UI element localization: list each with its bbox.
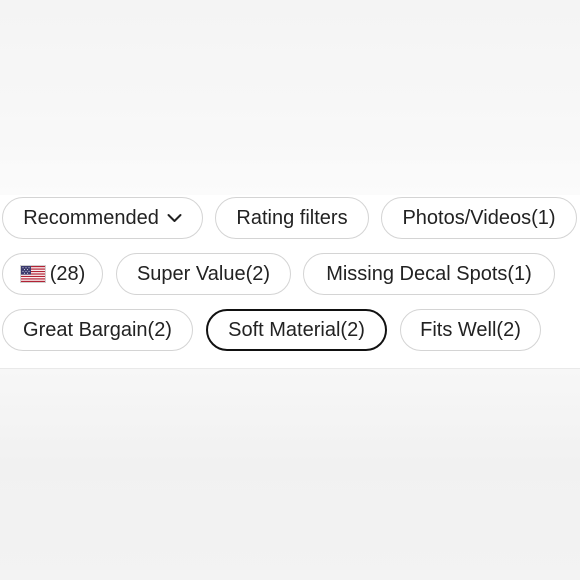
- country-count-label: (28): [49, 262, 86, 285]
- tag-chip-super-value[interactable]: Super Value(2): [116, 253, 291, 295]
- tag-label: Fits Well(2): [420, 318, 521, 341]
- photos-videos-label: Photos/Videos(1): [402, 206, 556, 229]
- photos-videos-filter[interactable]: Photos/Videos(1): [381, 197, 577, 239]
- chevron-down-icon: [167, 213, 182, 223]
- rating-filters-button[interactable]: Rating filters: [215, 197, 369, 239]
- tag-chip-great-bargain[interactable]: Great Bargain(2): [2, 309, 193, 351]
- tag-chip-fits-well[interactable]: Fits Well(2): [400, 309, 541, 351]
- rating-filters-label: Rating filters: [236, 206, 348, 229]
- country-filter-chip[interactable]: (28): [2, 253, 103, 295]
- tag-label: Soft Material(2): [228, 318, 365, 341]
- blurred-background-top: [0, 0, 580, 195]
- sort-label: Recommended: [23, 206, 159, 229]
- tag-label: Super Value(2): [136, 262, 271, 285]
- us-flag-icon: [19, 265, 46, 283]
- tag-label: Great Bargain(2): [23, 318, 172, 341]
- tag-chip-soft-material[interactable]: Soft Material(2): [206, 309, 387, 351]
- tag-chip-missing-decal-spots[interactable]: Missing Decal Spots(1): [303, 253, 555, 295]
- tag-label: Missing Decal Spots(1): [326, 262, 532, 285]
- review-filter-panel: Recommended Rating filters Photos/Videos…: [0, 195, 580, 370]
- sort-dropdown[interactable]: Recommended: [2, 197, 203, 239]
- blurred-background-bottom: [0, 369, 580, 580]
